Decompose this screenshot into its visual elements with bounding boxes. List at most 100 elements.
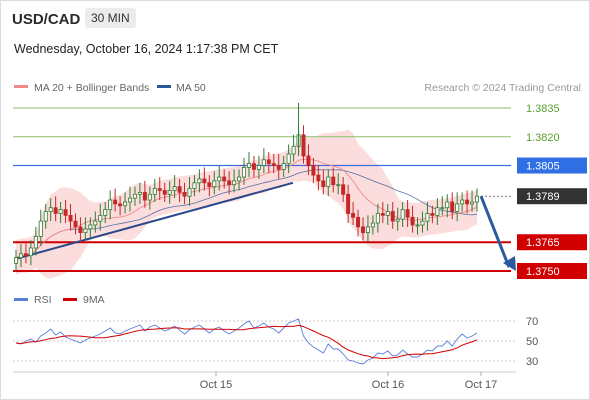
rsi-ma-line	[15, 324, 478, 360]
candle-body	[78, 226, 83, 234]
candle-body	[286, 153, 291, 165]
candle-body	[336, 184, 341, 187]
candle-body	[48, 207, 53, 212]
time-axis: Oct 15 Oct 16 Oct 17	[13, 371, 516, 391]
candle-body	[306, 155, 311, 166]
candle-body	[237, 176, 242, 182]
candle-body	[202, 178, 207, 184]
time-label-Oct-15: Oct 15	[200, 379, 232, 391]
candle-body	[98, 214, 103, 222]
candle-body	[147, 193, 152, 201]
candle-body	[276, 165, 281, 170]
candle-body	[380, 213, 385, 216]
level-labels: 1.3835 1.3820 1.3805 1.3789 1.3765 1.3750	[517, 103, 587, 279]
candle-body	[227, 180, 232, 186]
candle-body	[152, 188, 157, 195]
candle-body	[266, 159, 271, 165]
candle-body	[93, 220, 98, 226]
candle-body	[385, 211, 390, 216]
candle-body	[73, 220, 78, 228]
candle-body	[108, 199, 113, 211]
candle-body	[316, 174, 321, 182]
candle-body	[187, 188, 192, 197]
candle-body	[321, 180, 326, 188]
candle-body	[177, 186, 182, 193]
time-label-Oct-17: Oct 17	[465, 379, 497, 391]
candle-body	[410, 216, 415, 226]
candle-body	[346, 193, 351, 214]
candle-body	[142, 191, 147, 201]
candle-body	[128, 197, 133, 203]
candle-body	[360, 226, 365, 234]
candle-body	[33, 236, 38, 249]
level-label-1.3820: 1.3820	[526, 132, 560, 144]
candle-body	[251, 163, 256, 170]
candle-body	[83, 228, 88, 234]
rsi-panel: 70 50 30	[13, 316, 538, 368]
candle-body	[63, 209, 68, 216]
chart-widget: USD/CAD 30 MIN Wednesday, October 16, 20…	[0, 0, 590, 400]
candle-body	[365, 226, 370, 234]
candle-body	[415, 224, 420, 227]
rsi-level-label-70: 70	[526, 316, 538, 328]
candle-body	[460, 199, 465, 205]
candle-body	[167, 190, 172, 195]
candle-body	[440, 207, 445, 210]
candle-body	[113, 199, 118, 205]
level-label-1.3805: 1.3805	[526, 161, 560, 173]
candle-body	[370, 222, 375, 228]
forecast-arrow-shaft	[479, 195, 511, 268]
candle-body	[341, 184, 346, 195]
candle-body	[261, 159, 266, 166]
rsi-legend-label: RSI	[34, 294, 52, 306]
time-label-Oct-16: Oct 16	[372, 379, 404, 391]
candle-body	[465, 199, 470, 205]
candle-body	[445, 201, 450, 209]
candle-body	[207, 182, 212, 188]
rsi-level-label-30: 30	[526, 356, 538, 368]
candle-body	[13, 257, 18, 264]
level-label-1.3765: 1.3765	[526, 237, 560, 249]
copyright-label: Research © 2024 Trading Central	[424, 82, 581, 94]
candle-body	[375, 213, 380, 224]
candle-body	[197, 178, 202, 184]
candle-body	[118, 203, 123, 207]
candle-body	[470, 201, 475, 205]
candle-body	[242, 167, 247, 178]
candle-body	[38, 220, 43, 237]
candle-body	[405, 209, 410, 218]
candle-body	[351, 213, 356, 218]
rsi-ma-legend-swatch	[63, 298, 77, 301]
rsi-line	[15, 318, 478, 365]
candle-body	[137, 191, 142, 195]
candle-body	[474, 195, 479, 203]
ma20-legend-swatch	[14, 85, 28, 88]
candle-body	[450, 201, 455, 212]
candle-body	[43, 211, 48, 222]
candle-body	[256, 165, 261, 170]
candle-body	[157, 188, 162, 191]
candle-body	[123, 201, 128, 207]
candle-body	[232, 180, 237, 186]
candle-body	[103, 209, 108, 216]
rsi-level-label-50: 50	[526, 336, 538, 348]
candle-body	[326, 176, 331, 188]
candle-body	[435, 207, 440, 216]
candle-body	[390, 211, 395, 222]
level-label-1.3750: 1.3750	[526, 266, 560, 278]
level-label-1.3835: 1.3835	[526, 103, 560, 115]
price-chart: MA 20 + Bollinger Bands MA 50 Research ©…	[13, 82, 587, 391]
candle-body	[68, 214, 73, 222]
candle-body	[212, 180, 217, 188]
candle-body	[301, 134, 306, 157]
candle-body	[246, 163, 251, 168]
ma20-legend-label: MA 20 + Bollinger Bands	[34, 82, 149, 94]
candle-body	[395, 218, 400, 222]
candle-body	[222, 176, 227, 182]
candle-body	[132, 193, 137, 199]
candle-body	[271, 163, 276, 166]
rsi-ma-legend-label: 9MA	[83, 294, 105, 306]
candle-body	[331, 176, 336, 186]
ma50-legend-swatch	[157, 85, 171, 88]
candle-body	[192, 182, 197, 189]
